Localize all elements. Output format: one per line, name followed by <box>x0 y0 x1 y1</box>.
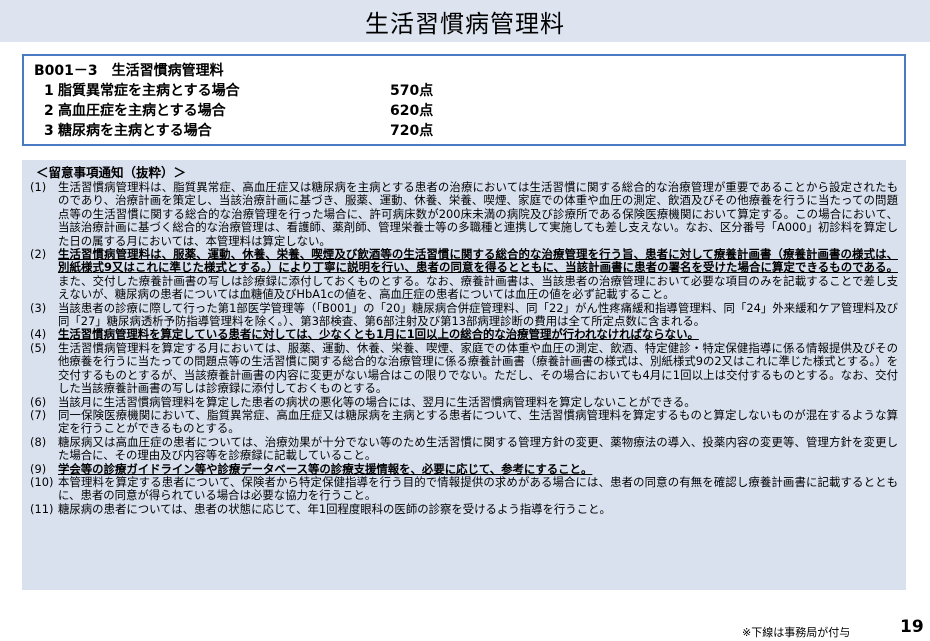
note-item: (7) 同一保険医療機関において、脂質異常症、高血圧症又は糖尿病を主病とする患者に… <box>30 407 898 436</box>
fee-item-points: 720点 <box>390 123 434 139</box>
note-number: (9) <box>30 461 47 476</box>
note-item: (6) 当該月に生活習慣病管理料を算定した患者の病状の悪化等の場合には、翌月に生活… <box>30 394 898 409</box>
note-plain-text: 当該月に生活習慣病管理料を算定した患者の病状の悪化等の場合には、翌月に生活習慣病… <box>58 394 696 409</box>
note-underlined-text: 生活習慣病管理料は、服薬、運動、休養、栄養、喫煙及び飲酒等の生活習慣に関する総合… <box>58 247 898 275</box>
note-text: 糖尿病の患者については、患者の状態に応じて、年1回程度眼科の医師の診察を受けるよ… <box>58 501 898 516</box>
page-title: 生活習慣病管理料 <box>365 9 565 38</box>
note-item: (10) 本管理料を算定する患者について、保険者から特定保健指導を行う目的で情報提… <box>30 474 898 503</box>
underline-footnote: ※下線は事務局が付与 <box>742 626 851 639</box>
fee-code-heading: B001－3 生活習慣病管理料 <box>34 63 224 79</box>
note-plain-text: 生活習慣病管理料は、脂質異常症、高血圧症又は糖尿病を主病とする患者の治療において… <box>58 180 898 248</box>
note-item: (9) 学会等の診療ガイドライン等や診療データベース等の診療支援情報を、必要に応じ… <box>30 461 898 476</box>
fee-item-label: 糖尿病を主病とする場合 <box>58 123 212 139</box>
note-number: (4) <box>30 327 47 342</box>
note-item: (5) 生活習慣病管理料を算定する月においては、服薬、運動、休養、栄養、喫煙、家庭… <box>30 340 898 396</box>
note-item: (3) 当該患者の診療に際して行った第1部医学管理等（「B001」の「20」糖尿病… <box>30 300 898 329</box>
note-number: (6) <box>30 394 47 409</box>
note-text: 本管理料を算定する患者について、保険者から特定保健指導を行う目的で情報提供の求め… <box>58 474 898 503</box>
note-item: (1) 生活習慣病管理料は、脂質異常症、高血圧症又は糖尿病を主病とする患者の治療に… <box>30 180 898 248</box>
note-number: (1) <box>30 180 47 194</box>
note-number: (10) <box>30 474 54 489</box>
note-text: 当該患者の診療に際して行った第1部医学管理等（「B001」の「20」糖尿病合併症… <box>58 300 898 329</box>
note-number: (5) <box>30 340 47 355</box>
fee-item: 3 糖尿病を主病とする場合 720点 <box>34 121 894 141</box>
fee-item-label: 脂質異常症を主病とする場合 <box>58 83 240 99</box>
note-underlined-text: 学会等の診療ガイドライン等や診療データベース等の診療支援情報を、必要に応じて、参… <box>58 461 593 476</box>
note-item: (4) 生活習慣病管理料を算定している患者に対しては、少なくとも1月に1回以上の総… <box>30 327 898 342</box>
note-text: 当該月に生活習慣病管理料を算定した患者の病状の悪化等の場合には、翌月に生活習慣病… <box>58 394 898 409</box>
fee-item-number: 1 <box>44 83 54 99</box>
fee-item: 2 高血圧症を主病とする場合 620点 <box>34 101 894 121</box>
note-text: 生活習慣病管理料は、脂質異常症、高血圧症又は糖尿病を主病とする患者の治療において… <box>58 180 898 248</box>
note-item: (11) 糖尿病の患者については、患者の状態に応じて、年1回程度眼科の医師の診察を… <box>30 501 898 516</box>
notes-box: ＜留意事項通知（抜粋）＞ (1) 生活習慣病管理料は、脂質異常症、高血圧症又は糖尿… <box>22 160 906 590</box>
fee-summary-box: B001－3 生活習慣病管理料 1 脂質異常症を主病とする場合 570点 2 高… <box>22 54 906 146</box>
note-text: 同一保険医療機関において、脂質異常症、高血圧症又は糖尿病を主病とする患者について… <box>58 407 898 436</box>
note-plain-text: 糖尿病の患者については、患者の状態に応じて、年1回程度眼科の医師の診察を受けるよ… <box>58 501 611 516</box>
note-plain-text: 生活習慣病管理料を算定する月においては、服薬、運動、休養、栄養、喫煙、家庭での体… <box>58 340 898 396</box>
notes-list: (1) 生活習慣病管理料は、脂質異常症、高血圧症又は糖尿病を主病とする患者の治療に… <box>30 180 898 516</box>
note-item: (2) 生活習慣病管理料は、服薬、運動、休養、栄養、喫煙及び飲酒等の生活習慣に関す… <box>30 247 898 302</box>
title-bar: 生活習慣病管理料 <box>0 0 930 42</box>
note-number: (7) <box>30 407 47 422</box>
notes-heading: ＜留意事項通知（抜粋）＞ <box>36 165 187 180</box>
note-number: (8) <box>30 434 47 449</box>
fee-item-points: 620点 <box>390 103 434 119</box>
note-plain-text: 同一保険医療機関において、脂質異常症、高血圧症又は糖尿病を主病とする患者について… <box>58 407 898 436</box>
note-plain-text: 当該患者の診療に際して行った第1部医学管理等（「B001」の「20」糖尿病合併症… <box>58 300 898 329</box>
note-text: 生活習慣病管理料を算定している患者に対しては、少なくとも1月に1回以上の総合的な… <box>58 328 898 341</box>
note-item: (8) 糖尿病又は高血圧症の患者については、治療効果が十分でない等のため生活習慣に… <box>30 434 898 463</box>
note-plain-text: 糖尿病又は高血圧症の患者については、治療効果が十分でない等のため生活習慣に関する… <box>58 434 898 463</box>
note-plain-text: また、交付した療養計画書の写しは診療録に添付しておくものとする。なお、療養計画書… <box>58 273 898 302</box>
fee-item: 1 脂質異常症を主病とする場合 570点 <box>34 81 894 101</box>
note-number: (11) <box>30 501 54 516</box>
page-number: 19 <box>900 617 924 637</box>
note-underlined-text: 生活習慣病管理料を算定している患者に対しては、少なくとも1月に1回以上の総合的な… <box>58 327 699 342</box>
note-plain-text: 本管理料を算定する患者について、保険者から特定保健指導を行う目的で情報提供の求め… <box>58 474 898 503</box>
note-text: 生活習慣病管理料は、服薬、運動、休養、栄養、喫煙及び飲酒等の生活習慣に関する総合… <box>58 247 898 302</box>
note-text: 糖尿病又は高血圧症の患者については、治療効果が十分でない等のため生活習慣に関する… <box>58 434 898 463</box>
note-number: (3) <box>30 300 47 315</box>
note-number: (2) <box>30 247 47 262</box>
fee-item-label: 高血圧症を主病とする場合 <box>58 103 226 119</box>
fee-item-points: 570点 <box>390 83 434 99</box>
note-text: 学会等の診療ガイドライン等や診療データベース等の診療支援情報を、必要に応じて、参… <box>58 461 898 476</box>
fee-item-number: 3 <box>44 123 54 139</box>
note-text: 生活習慣病管理料を算定する月においては、服薬、運動、休養、栄養、喫煙、家庭での体… <box>58 340 898 396</box>
fee-item-number: 2 <box>44 103 54 119</box>
